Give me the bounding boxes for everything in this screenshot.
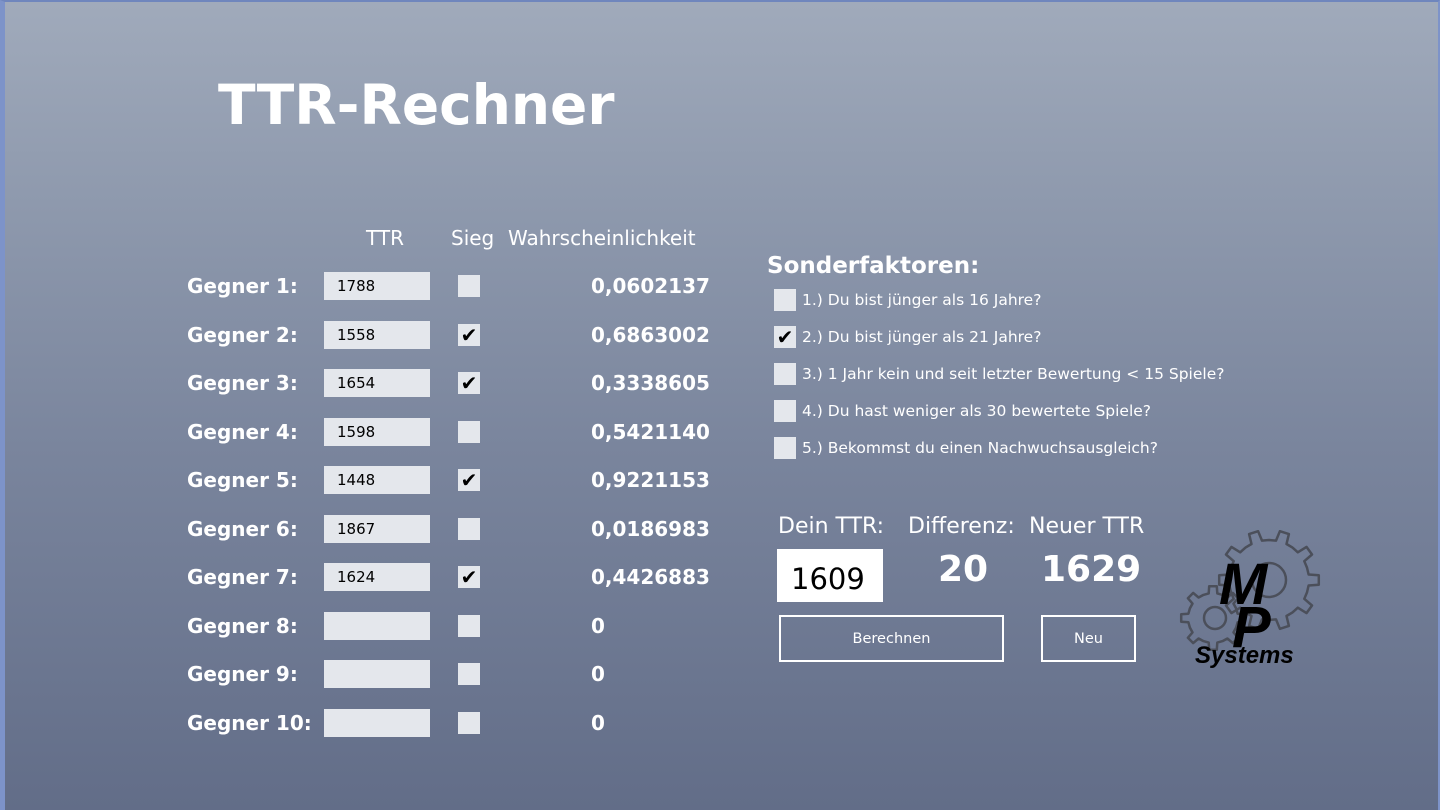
my-ttr-label: Dein TTR: xyxy=(778,514,885,539)
checkmark-icon: ✔ xyxy=(460,565,478,589)
sonderfaktor-label: 2.) Du bist jünger als 21 Jahre? xyxy=(802,328,1042,346)
opponent-ttr-input[interactable] xyxy=(324,466,430,494)
sonderfaktor-label: 1.) Du bist jünger als 16 Jahre? xyxy=(802,291,1042,309)
win-probability: 0,9221153 xyxy=(591,468,710,492)
opponent-label: Gegner 3: xyxy=(187,371,298,395)
checkmark-icon: ✔ xyxy=(776,325,794,349)
win-probability: 0,4426883 xyxy=(591,565,710,589)
checkmark-icon: ✔ xyxy=(460,371,478,395)
win-checkbox[interactable]: ✔ xyxy=(458,566,480,588)
opponent-label: Gegner 8: xyxy=(187,613,298,638)
win-checkbox[interactable] xyxy=(458,711,480,734)
my-ttr-input[interactable] xyxy=(777,549,883,602)
opponent-ttr-input[interactable] xyxy=(324,272,430,300)
opponent-ttr-input[interactable] xyxy=(324,611,430,640)
win-checkbox[interactable] xyxy=(458,275,480,297)
win-probability: 0,5421140 xyxy=(591,419,710,444)
opponent-label: Gegner 9: xyxy=(187,662,298,686)
win-probability: 0,3338605 xyxy=(591,371,710,395)
win-checkbox[interactable]: ✔ xyxy=(458,469,480,491)
opponent-ttr-input[interactable] xyxy=(324,708,430,737)
opponent-label: Gegner 4: xyxy=(187,419,298,444)
opponent-label: Gegner 10: xyxy=(187,710,312,735)
checkmark-icon: ✔ xyxy=(460,322,478,347)
win-checkbox[interactable]: ✔ xyxy=(458,322,480,347)
sonderfaktor-checkbox[interactable] xyxy=(774,363,796,385)
win-checkbox[interactable] xyxy=(458,663,480,685)
logo-wordmark: Systems xyxy=(1195,642,1294,669)
opponent-label: Gegner 5: xyxy=(187,468,298,492)
sonderfaktor-label: 5.) Bekommst du einen Nachwuchsausgleich… xyxy=(802,439,1158,457)
win-probability: 0,6863002 xyxy=(591,322,710,347)
opponent-ttr-input[interactable] xyxy=(324,563,430,591)
page-title: TTR-Rechner xyxy=(218,73,615,137)
new-button[interactable]: Neu xyxy=(1041,615,1136,662)
column-header-probability: Wahrscheinlichkeit xyxy=(508,226,696,250)
win-probability: 0 xyxy=(591,613,605,638)
sonderfaktoren-title: Sonderfaktoren: xyxy=(767,253,980,279)
new-ttr-label: Neuer TTR xyxy=(1029,514,1145,539)
opponent-label: Gegner 6: xyxy=(187,516,298,541)
win-checkbox[interactable] xyxy=(458,420,480,443)
win-probability: 0,0186983 xyxy=(591,516,710,541)
win-probability: 0 xyxy=(591,662,605,686)
sonderfaktor-label: 4.) Du hast weniger als 30 bewertete Spi… xyxy=(802,402,1152,420)
opponent-ttr-input[interactable] xyxy=(324,660,430,688)
sonderfaktor-checkbox[interactable] xyxy=(774,400,796,422)
opponent-ttr-input[interactable] xyxy=(324,369,430,397)
win-probability: 0,0602137 xyxy=(591,274,710,298)
calculate-button[interactable]: Berechnen xyxy=(779,615,1004,662)
column-header-ttr: TTR xyxy=(366,226,404,250)
new-ttr-value: 1629 xyxy=(1041,549,1142,590)
sonderfaktor-label: 3.) 1 Jahr kein und seit letzter Bewertu… xyxy=(802,365,1225,383)
gear-logo-icon: M P Systems xyxy=(1179,530,1321,669)
win-checkbox[interactable]: ✔ xyxy=(458,372,480,394)
column-header-sieg: Sieg xyxy=(451,226,495,250)
sonderfaktor-checkbox[interactable] xyxy=(774,289,796,311)
win-checkbox[interactable] xyxy=(458,614,480,637)
opponent-ttr-input[interactable] xyxy=(324,417,430,446)
difference-label: Differenz: xyxy=(908,514,1015,539)
sonderfaktor-checkbox[interactable] xyxy=(774,437,796,459)
opponent-label: Gegner 7: xyxy=(187,565,298,589)
difference-value: 20 xyxy=(938,549,989,590)
opponent-label: Gegner 1: xyxy=(187,274,298,298)
opponent-label: Gegner 2: xyxy=(187,322,298,347)
win-probability: 0 xyxy=(591,710,605,735)
sonderfaktor-checkbox[interactable]: ✔ xyxy=(774,326,796,348)
opponent-ttr-input[interactable] xyxy=(324,514,430,543)
opponent-ttr-input[interactable] xyxy=(324,320,430,349)
checkmark-icon: ✔ xyxy=(460,468,478,492)
win-checkbox[interactable] xyxy=(458,517,480,540)
app-window: TTR-Rechner TTR Sieg Wahrscheinlichkeit … xyxy=(0,0,1440,810)
